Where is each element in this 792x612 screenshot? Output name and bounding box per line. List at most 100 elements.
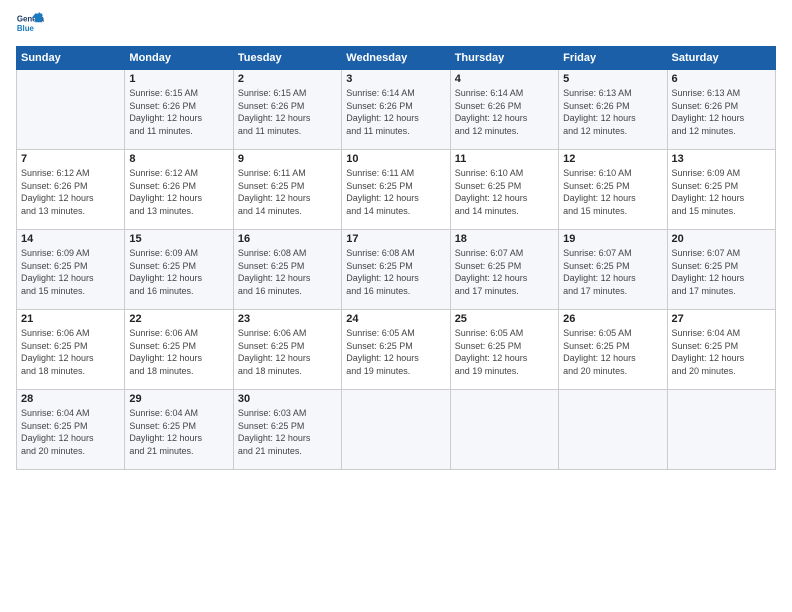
day-number: 6 (672, 73, 771, 85)
day-info: Sunrise: 6:06 AM Sunset: 6:25 PM Dayligh… (21, 327, 120, 377)
day-info: Sunrise: 6:14 AM Sunset: 6:26 PM Dayligh… (346, 87, 445, 137)
day-number: 1 (129, 73, 228, 85)
calendar-cell: 10 Sunrise: 6:11 AM Sunset: 6:25 PM Dayli… (342, 150, 450, 230)
day-number: 13 (672, 153, 771, 165)
day-number: 21 (21, 313, 120, 325)
calendar-table: SundayMondayTuesdayWednesdayThursdayFrid… (16, 46, 776, 470)
calendar-cell: 14 Sunrise: 6:09 AM Sunset: 6:25 PM Dayli… (17, 230, 125, 310)
day-info: Sunrise: 6:15 AM Sunset: 6:26 PM Dayligh… (238, 87, 337, 137)
calendar-cell: 24 Sunrise: 6:05 AM Sunset: 6:25 PM Dayli… (342, 310, 450, 390)
day-info: Sunrise: 6:13 AM Sunset: 6:26 PM Dayligh… (672, 87, 771, 137)
day-info: Sunrise: 6:10 AM Sunset: 6:25 PM Dayligh… (563, 167, 662, 217)
day-info: Sunrise: 6:05 AM Sunset: 6:25 PM Dayligh… (455, 327, 554, 377)
weekday-header-tuesday: Tuesday (233, 47, 341, 70)
calendar-week-row: 28 Sunrise: 6:04 AM Sunset: 6:25 PM Dayli… (17, 390, 776, 470)
day-number: 19 (563, 233, 662, 245)
day-info: Sunrise: 6:04 AM Sunset: 6:25 PM Dayligh… (672, 327, 771, 377)
calendar-cell: 3 Sunrise: 6:14 AM Sunset: 6:26 PM Daylig… (342, 70, 450, 150)
calendar-cell: 9Sunrise: 6:11 AM Sunset: 6:25 PM Daylig… (233, 150, 341, 230)
day-number: 27 (672, 313, 771, 325)
day-number: 8 (129, 153, 228, 165)
calendar-cell: 23Sunrise: 6:06 AM Sunset: 6:25 PM Dayli… (233, 310, 341, 390)
calendar-cell: 17 Sunrise: 6:08 AM Sunset: 6:25 PM Dayli… (342, 230, 450, 310)
calendar-cell: 7 Sunrise: 6:12 AM Sunset: 6:26 PM Daylig… (17, 150, 125, 230)
day-info: Sunrise: 6:11 AM Sunset: 6:25 PM Dayligh… (238, 167, 337, 217)
day-info: Sunrise: 6:04 AM Sunset: 6:25 PM Dayligh… (129, 407, 228, 457)
svg-text:Blue: Blue (17, 24, 35, 33)
day-info: Sunrise: 6:07 AM Sunset: 6:25 PM Dayligh… (672, 247, 771, 297)
day-info: Sunrise: 6:09 AM Sunset: 6:25 PM Dayligh… (129, 247, 228, 297)
weekday-header-wednesday: Wednesday (342, 47, 450, 70)
calendar-cell (559, 390, 667, 470)
weekday-header-thursday: Thursday (450, 47, 558, 70)
day-number: 25 (455, 313, 554, 325)
day-number: 24 (346, 313, 445, 325)
day-number: 29 (129, 393, 228, 405)
calendar-week-row: 7 Sunrise: 6:12 AM Sunset: 6:26 PM Daylig… (17, 150, 776, 230)
day-info: Sunrise: 6:05 AM Sunset: 6:25 PM Dayligh… (346, 327, 445, 377)
day-number: 20 (672, 233, 771, 245)
calendar-cell (342, 390, 450, 470)
calendar-cell: 16Sunrise: 6:08 AM Sunset: 6:25 PM Dayli… (233, 230, 341, 310)
calendar-cell: 19 Sunrise: 6:07 AM Sunset: 6:25 PM Dayli… (559, 230, 667, 310)
day-number: 7 (21, 153, 120, 165)
day-info: Sunrise: 6:05 AM Sunset: 6:25 PM Dayligh… (563, 327, 662, 377)
calendar-page: General Blue SundayMondayTuesdayWednesda… (0, 0, 792, 612)
day-info: Sunrise: 6:06 AM Sunset: 6:25 PM Dayligh… (238, 327, 337, 377)
calendar-cell: 12 Sunrise: 6:10 AM Sunset: 6:25 PM Dayli… (559, 150, 667, 230)
day-info: Sunrise: 6:09 AM Sunset: 6:25 PM Dayligh… (21, 247, 120, 297)
day-info: Sunrise: 6:11 AM Sunset: 6:25 PM Dayligh… (346, 167, 445, 217)
weekday-header-friday: Friday (559, 47, 667, 70)
day-number: 22 (129, 313, 228, 325)
day-number: 28 (21, 393, 120, 405)
day-info: Sunrise: 6:12 AM Sunset: 6:26 PM Dayligh… (21, 167, 120, 217)
day-info: Sunrise: 6:13 AM Sunset: 6:26 PM Dayligh… (563, 87, 662, 137)
day-info: Sunrise: 6:06 AM Sunset: 6:25 PM Dayligh… (129, 327, 228, 377)
calendar-week-row: 1 Sunrise: 6:15 AM Sunset: 6:26 PM Daylig… (17, 70, 776, 150)
logo-icon: General Blue (16, 10, 44, 38)
calendar-cell: 22 Sunrise: 6:06 AM Sunset: 6:25 PM Dayli… (125, 310, 233, 390)
calendar-cell: 25 Sunrise: 6:05 AM Sunset: 6:25 PM Dayli… (450, 310, 558, 390)
day-number: 26 (563, 313, 662, 325)
calendar-cell: 5 Sunrise: 6:13 AM Sunset: 6:26 PM Daylig… (559, 70, 667, 150)
day-number: 14 (21, 233, 120, 245)
day-info: Sunrise: 6:15 AM Sunset: 6:26 PM Dayligh… (129, 87, 228, 137)
weekday-header-row: SundayMondayTuesdayWednesdayThursdayFrid… (17, 47, 776, 70)
calendar-cell: 18Sunrise: 6:07 AM Sunset: 6:25 PM Dayli… (450, 230, 558, 310)
calendar-cell: 1 Sunrise: 6:15 AM Sunset: 6:26 PM Daylig… (125, 70, 233, 150)
day-number: 2 (238, 73, 337, 85)
calendar-cell (450, 390, 558, 470)
calendar-cell: 11Sunrise: 6:10 AM Sunset: 6:25 PM Dayli… (450, 150, 558, 230)
calendar-week-row: 21 Sunrise: 6:06 AM Sunset: 6:25 PM Dayli… (17, 310, 776, 390)
weekday-header-saturday: Saturday (667, 47, 775, 70)
day-info: Sunrise: 6:12 AM Sunset: 6:26 PM Dayligh… (129, 167, 228, 217)
header: General Blue (16, 10, 776, 38)
day-number: 15 (129, 233, 228, 245)
day-number: 3 (346, 73, 445, 85)
day-info: Sunrise: 6:08 AM Sunset: 6:25 PM Dayligh… (346, 247, 445, 297)
calendar-cell: 26 Sunrise: 6:05 AM Sunset: 6:25 PM Dayli… (559, 310, 667, 390)
day-info: Sunrise: 6:07 AM Sunset: 6:25 PM Dayligh… (455, 247, 554, 297)
day-info: Sunrise: 6:09 AM Sunset: 6:25 PM Dayligh… (672, 167, 771, 217)
day-info: Sunrise: 6:07 AM Sunset: 6:25 PM Dayligh… (563, 247, 662, 297)
calendar-cell: 13 Sunrise: 6:09 AM Sunset: 6:25 PM Dayli… (667, 150, 775, 230)
calendar-cell (17, 70, 125, 150)
calendar-cell: 8 Sunrise: 6:12 AM Sunset: 6:26 PM Daylig… (125, 150, 233, 230)
day-number: 10 (346, 153, 445, 165)
day-number: 12 (563, 153, 662, 165)
day-info: Sunrise: 6:08 AM Sunset: 6:25 PM Dayligh… (238, 247, 337, 297)
weekday-header-sunday: Sunday (17, 47, 125, 70)
calendar-cell: 21 Sunrise: 6:06 AM Sunset: 6:25 PM Dayli… (17, 310, 125, 390)
calendar-cell: 2 Sunrise: 6:15 AM Sunset: 6:26 PM Daylig… (233, 70, 341, 150)
day-number: 11 (455, 153, 554, 165)
day-number: 5 (563, 73, 662, 85)
calendar-cell: 20 Sunrise: 6:07 AM Sunset: 6:25 PM Dayli… (667, 230, 775, 310)
calendar-cell: 27 Sunrise: 6:04 AM Sunset: 6:25 PM Dayli… (667, 310, 775, 390)
calendar-cell (667, 390, 775, 470)
day-number: 17 (346, 233, 445, 245)
calendar-week-row: 14 Sunrise: 6:09 AM Sunset: 6:25 PM Dayli… (17, 230, 776, 310)
weekday-header-monday: Monday (125, 47, 233, 70)
calendar-cell: 28 Sunrise: 6:04 AM Sunset: 6:25 PM Dayli… (17, 390, 125, 470)
day-number: 30 (238, 393, 337, 405)
day-info: Sunrise: 6:04 AM Sunset: 6:25 PM Dayligh… (21, 407, 120, 457)
